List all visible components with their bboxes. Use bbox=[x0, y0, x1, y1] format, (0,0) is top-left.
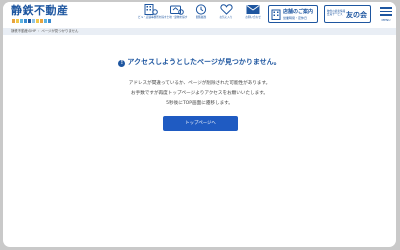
logo-stripe bbox=[24, 19, 27, 23]
hamburger-icon-bar bbox=[380, 14, 392, 16]
logo-stripe bbox=[48, 19, 51, 23]
page-frame: 静鉄不動産 ビル・店舗事務所を探す 土地・建物を探す 閲覧履歴 お気に入り お問… bbox=[3, 2, 396, 247]
house-card-icon bbox=[170, 5, 184, 15]
nav-label: 土地・建物を探す bbox=[166, 16, 188, 19]
logo-stripe bbox=[28, 19, 31, 23]
nav-label: お問い合わせ bbox=[245, 16, 261, 19]
member-club-button[interactable]: 物件の最新情報 会員サービス 友の会 bbox=[324, 5, 371, 23]
office-building-icon bbox=[271, 9, 281, 20]
error-title-text: アクセスしようとしたページが見つかりません。 bbox=[127, 58, 281, 66]
clock-icon bbox=[195, 4, 207, 15]
breadcrumb: 静鉄不動産のHP › ページが見つかりません bbox=[3, 28, 396, 35]
building-icon bbox=[144, 4, 158, 15]
heart-icon bbox=[219, 4, 233, 15]
nav-contact[interactable]: お問い合わせ bbox=[242, 4, 264, 25]
logo-text: 静鉄不動産 bbox=[11, 4, 69, 17]
member-club-subtext-line2: 会員サービス bbox=[327, 13, 343, 17]
nav-label: ビル・店舗事務所を探す bbox=[138, 16, 167, 19]
logo-stripe bbox=[32, 19, 35, 23]
breadcrumb-current: ページが見つかりません bbox=[41, 29, 79, 33]
breadcrumb-home-link[interactable]: 静鉄不動産のHP bbox=[11, 29, 36, 33]
shop-info-button[interactable]: 店舗のご案内 営業時間・定休日 bbox=[268, 5, 318, 23]
site-header: 静鉄不動産 ビル・店舗事務所を探す 土地・建物を探す 閲覧履歴 お気に入り お問… bbox=[3, 2, 396, 26]
hamburger-icon bbox=[380, 7, 392, 9]
member-club-title: 友の会 bbox=[346, 11, 367, 19]
menu-label: MENU bbox=[381, 18, 391, 22]
logo-stripe bbox=[44, 19, 47, 23]
site-logo[interactable]: 静鉄不動産 bbox=[11, 4, 69, 24]
nav-label: お気に入り bbox=[219, 16, 233, 19]
top-page-button[interactable]: トップページへ bbox=[163, 116, 238, 131]
error-message-line: アドレスが間違っているか、ページが削除された可能性があります。 bbox=[128, 81, 271, 86]
mail-icon bbox=[246, 5, 260, 14]
error-message-line: お手数ですが再度トップページよりアクセスをお願いいたします。 bbox=[131, 91, 268, 96]
redirect-notice: 5秒後にTOP画面に遷移します。 bbox=[166, 101, 233, 106]
shop-info-title: 店舗のご案内 bbox=[283, 9, 314, 15]
exclamation-icon: ! bbox=[118, 60, 126, 67]
logo-stripe bbox=[40, 19, 43, 23]
logo-stripe bbox=[36, 19, 39, 23]
menu-button[interactable]: MENU bbox=[378, 5, 394, 23]
nav-label: 閲覧履歴 bbox=[195, 16, 207, 19]
member-club-subtext: 物件の最新情報 会員サービス bbox=[327, 10, 345, 17]
nav-building-search[interactable]: ビル・店舗事務所を探す bbox=[138, 4, 167, 25]
nav-history[interactable]: 閲覧履歴 bbox=[191, 4, 211, 25]
logo-stripe bbox=[20, 19, 23, 23]
breadcrumb-separator: › bbox=[37, 29, 40, 33]
nav-favorites[interactable]: お気に入り bbox=[216, 4, 236, 25]
shop-info-subtitle: 営業時間・定休日 bbox=[283, 16, 308, 20]
logo-stripe bbox=[16, 19, 19, 23]
error-title: ! アクセスしようとしたページが見つかりません。 bbox=[3, 57, 396, 67]
nav-land-search[interactable]: 土地・建物を探す bbox=[166, 4, 188, 25]
hamburger-icon-bar bbox=[380, 10, 392, 12]
logo-stripes bbox=[12, 19, 51, 23]
logo-stripe bbox=[12, 19, 15, 23]
